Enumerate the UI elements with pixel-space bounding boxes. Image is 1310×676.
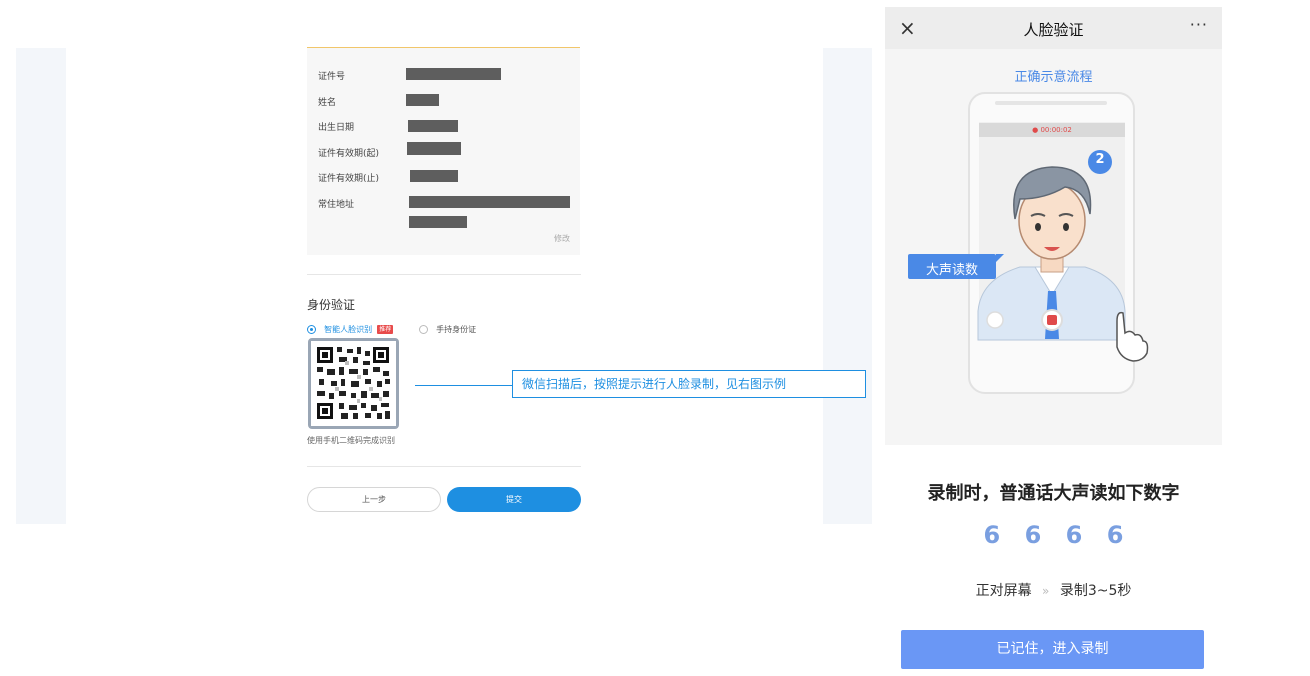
double-chevron-right-icon: » [1042,584,1050,598]
qr-code-icon [311,341,396,426]
redacted-birth-date [408,120,458,132]
field-label-id-number: 证件号 [318,72,346,82]
field-label-name: 姓名 [318,98,337,108]
edit-link[interactable]: 修改 [554,233,570,244]
field-label-address: 常住地址 [318,200,355,210]
qr-code [308,338,399,429]
id-info-card: 证件号 姓名 出生日期 证件有效期(起) 证件有效期(止) 常住地址 修改 [307,47,580,255]
left-side-strip [16,48,66,524]
callout-connector [415,385,512,386]
face-verify-phone-screen: × 人脸验证 ··· 正确示意流程 ● 00:00:02 2 大声读数 录制时，… [885,7,1222,676]
read-aloud-tag: 大声读数 [925,263,978,278]
option-manual-label: 手持身份证 [436,325,477,334]
radio-unselected-icon [419,325,428,334]
recommend-badge: 推荐 [377,325,394,334]
option-face-recognition[interactable]: 智能人脸识别 推荐 [307,319,394,338]
redacted-address-line2 [409,216,467,228]
identity-section-title: 身份验证 [307,298,356,312]
field-label-valid-to: 证件有效期(止) [318,174,380,184]
recording-timer: ● 00:00:02 [1032,126,1072,134]
option-face-label: 智能人脸识别 [324,325,373,334]
bubble-number-2: 2 [1095,152,1105,167]
field-label-valid-from: 证件有效期(起) [318,149,380,159]
recording-steps: 正对屏幕 » 录制3~5秒 [885,580,1222,600]
digits-to-read: 6 6 6 6 [885,521,1222,549]
demo-illustration-area: 正确示意流程 ● 00:00:02 2 大声读数 [885,49,1222,445]
redacted-name [406,94,439,106]
field-label-birth-date: 出生日期 [318,123,355,133]
qr-caption: 使用手机二维码完成识别 [307,436,395,445]
callout-note: 微信扫描后，按照提示进行人脸录制，见右图示例 [512,370,866,398]
right-side-strip [823,48,872,524]
more-icon[interactable]: ··· [1190,15,1208,34]
face-recording-illustration [908,92,1149,394]
submit-button[interactable]: 提交 [447,487,581,512]
step-face-screen: 正对屏幕 [975,583,1032,599]
digit-1: 6 [983,521,1001,549]
nav-title: 人脸验证 [1023,21,1084,39]
redacted-address-line1 [409,196,570,208]
radio-selected-icon [307,325,316,334]
option-manual-id[interactable]: 手持身份证 [419,319,476,338]
section-divider-bottom [307,466,581,467]
step-record-duration: 录制3~5秒 [1059,583,1132,599]
start-recording-button[interactable]: 已记住，进入录制 [901,630,1204,669]
recording-instruction: 录制时，普通话大声读如下数字 [927,483,1180,504]
redacted-valid-to [410,170,458,182]
prev-step-button[interactable]: 上一步 [307,487,441,512]
section-divider-top [307,274,581,275]
digit-2: 6 [1024,521,1042,549]
nav-bar: × 人脸验证 ··· [885,7,1222,49]
redacted-id-number [406,68,501,80]
digit-3: 6 [1065,521,1083,549]
redacted-valid-from [407,142,461,155]
digit-4: 6 [1106,521,1124,549]
